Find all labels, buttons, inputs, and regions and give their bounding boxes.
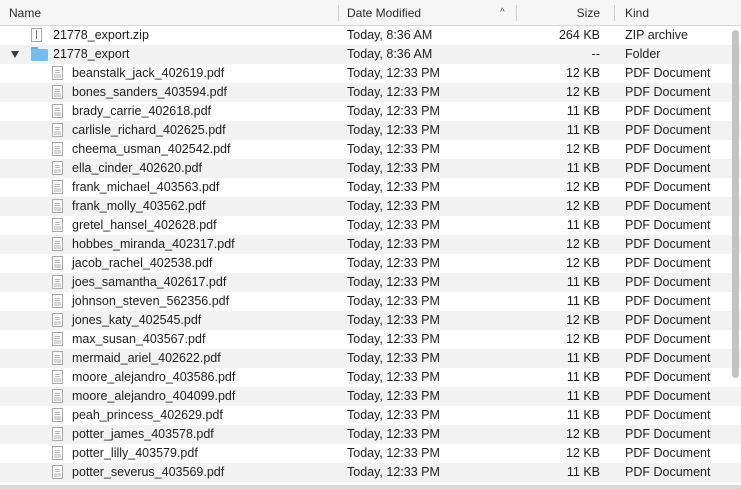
- file-kind: PDF Document: [625, 199, 711, 213]
- file-size: 11 KB: [566, 218, 600, 232]
- file-row[interactable]: carlisle_richard_402625.pdf Today, 12:33 …: [0, 121, 741, 140]
- file-kind: PDF Document: [625, 275, 711, 289]
- file-row[interactable]: ella_cinder_402620.pdf Today, 12:33 PM 11 …: [0, 159, 741, 178]
- file-row[interactable]: potter_lilly_403579.pdf Today, 12:33 PM 12…: [0, 444, 741, 463]
- file-row[interactable]: frank_molly_403562.pdf Today, 12:33 PM 12 …: [0, 197, 741, 216]
- file-row[interactable]: brady_carrie_402618.pdf Today, 12:33 PM 11…: [0, 102, 741, 121]
- file-row[interactable]: 21778_export Today, 8:36 AM -- Folder: [0, 45, 741, 64]
- file-size: 12 KB: [565, 332, 600, 346]
- file-size: 11 KB: [566, 123, 600, 137]
- file-kind: PDF Document: [625, 180, 711, 194]
- column-divider[interactable]: [614, 5, 615, 21]
- file-kind: PDF Document: [625, 313, 711, 327]
- file-size: 12 KB: [565, 313, 600, 327]
- file-size: 11 KB: [566, 389, 600, 403]
- file-kind: PDF Document: [625, 351, 711, 365]
- file-row[interactable]: peah_princess_402629.pdf Today, 12:33 PM 1…: [0, 406, 741, 425]
- file-size: 12 KB: [565, 237, 600, 251]
- file-size: 12 KB: [565, 85, 600, 99]
- file-kind: PDF Document: [625, 294, 711, 308]
- file-size: 11 KB: [566, 351, 600, 365]
- file-size: 12 KB: [565, 142, 600, 156]
- file-size: 11 KB: [566, 275, 600, 289]
- file-kind: PDF Document: [625, 123, 711, 137]
- file-kind: ZIP archive: [625, 28, 688, 42]
- file-row[interactable]: beanstalk_jack_402619.pdf Today, 12:33 PM…: [0, 64, 741, 83]
- file-row[interactable]: cheema_usman_402542.pdf Today, 12:33 PM 12…: [0, 140, 741, 159]
- file-row[interactable]: johnson_steven_562356.pdf Today, 12:33 PM…: [0, 292, 741, 311]
- file-list: 21778_export.zip Today, 8:36 AM 264 KB ZIP …: [0, 26, 741, 482]
- file-kind: PDF Document: [625, 161, 711, 175]
- bottom-edge: [0, 485, 741, 489]
- file-row[interactable]: mermaid_ariel_402622.pdf Today, 12:33 PM 1…: [0, 349, 741, 368]
- file-size: 12 KB: [565, 66, 600, 80]
- file-size: 12 KB: [565, 180, 600, 194]
- file-row[interactable]: potter_severus_403569.pdf Today, 12:33 PM…: [0, 463, 741, 482]
- file-size: 11 KB: [566, 408, 600, 422]
- file-row[interactable]: moore_alejandro_404099.pdf Today, 12:33 P…: [0, 387, 741, 406]
- file-row[interactable]: potter_james_403578.pdf Today, 12:33 PM 12…: [0, 425, 741, 444]
- file-row[interactable]: moore_alejandro_403586.pdf Today, 12:33 P…: [0, 368, 741, 387]
- file-size: 264 KB: [558, 28, 600, 42]
- file-size: 12 KB: [565, 256, 600, 270]
- file-kind: PDF Document: [625, 218, 711, 232]
- file-size: 11 KB: [566, 465, 600, 479]
- file-row[interactable]: jacob_rachel_402538.pdf Today, 12:33 PM 12…: [0, 254, 741, 273]
- column-header-bar: Name Date Modified ^ Size Kind: [0, 0, 741, 26]
- file-size: 11 KB: [566, 370, 600, 384]
- file-size: 12 KB: [565, 199, 600, 213]
- file-kind: PDF Document: [625, 104, 711, 118]
- file-row[interactable]: frank_michael_403563.pdf Today, 12:33 PM 1…: [0, 178, 741, 197]
- file-row[interactable]: joes_samantha_402617.pdf Today, 12:33 PM 1…: [0, 273, 741, 292]
- file-kind: PDF Document: [625, 370, 711, 384]
- file-row[interactable]: max_susan_403567.pdf Today, 12:33 PM 12 KB…: [0, 330, 741, 349]
- file-kind: PDF Document: [625, 142, 711, 156]
- file-size: 11 KB: [566, 104, 600, 118]
- file-row[interactable]: gretel_hansel_402628.pdf Today, 12:33 PM 1…: [0, 216, 741, 235]
- vertical-scrollbar[interactable]: [732, 30, 739, 378]
- file-kind: PDF Document: [625, 465, 711, 479]
- column-header-size[interactable]: Size: [0, 0, 600, 25]
- file-kind: PDF Document: [625, 66, 711, 80]
- file-row[interactable]: 21778_export.zip Today, 8:36 AM 264 KB ZIP …: [0, 26, 741, 45]
- file-size: --: [591, 47, 600, 61]
- file-kind: PDF Document: [625, 237, 711, 251]
- file-row[interactable]: bones_sanders_403594.pdf Today, 12:33 PM 1…: [0, 83, 741, 102]
- column-header-kind[interactable]: Kind: [625, 0, 649, 25]
- file-kind: PDF Document: [625, 85, 711, 99]
- file-kind: PDF Document: [625, 332, 711, 346]
- file-kind: PDF Document: [625, 408, 711, 422]
- file-kind: PDF Document: [625, 256, 711, 270]
- file-row[interactable]: hobbes_miranda_402317.pdf Today, 12:33 PM…: [0, 235, 741, 254]
- file-kind: PDF Document: [625, 446, 711, 460]
- file-kind: PDF Document: [625, 427, 711, 441]
- file-row[interactable]: jones_katy_402545.pdf Today, 12:33 PM 12 K…: [0, 311, 741, 330]
- file-kind: Folder: [625, 47, 661, 61]
- file-size: 11 KB: [566, 294, 600, 308]
- file-kind: PDF Document: [625, 389, 711, 403]
- file-size: 11 KB: [566, 161, 600, 175]
- file-size: 12 KB: [565, 446, 600, 460]
- file-size: 12 KB: [565, 427, 600, 441]
